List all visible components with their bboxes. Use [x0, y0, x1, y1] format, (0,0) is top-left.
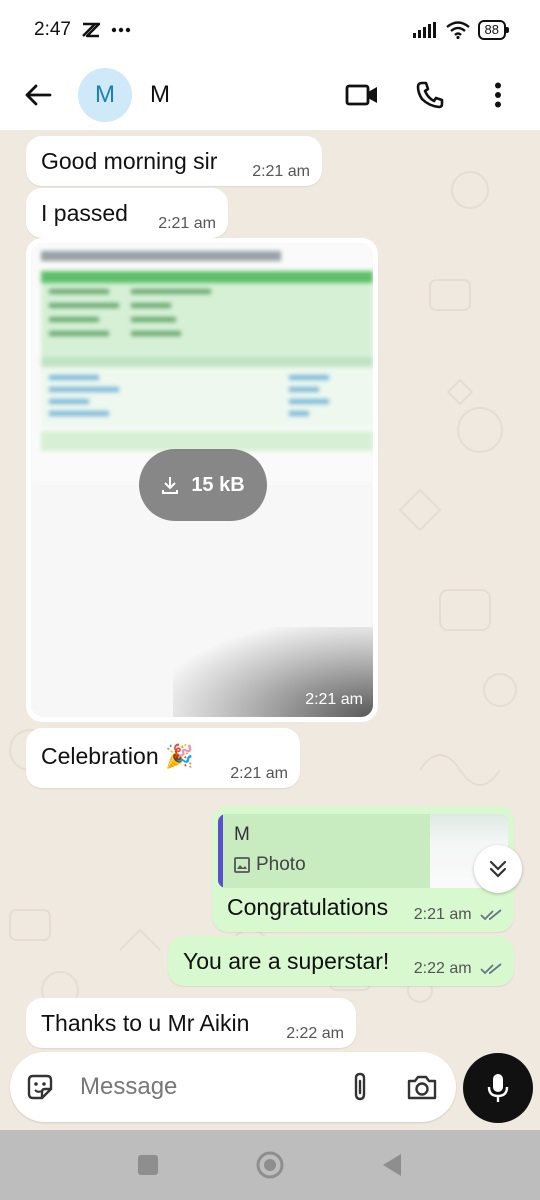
quoted-message[interactable]: M Photo — [218, 814, 508, 888]
more-vert-icon — [495, 82, 501, 108]
scroll-to-bottom-button[interactable] — [474, 845, 522, 893]
arrow-left-icon — [25, 84, 52, 106]
message-image[interactable]: 15 kB 2:21 am — [26, 238, 378, 722]
message-incoming[interactable]: Celebration 🎉 2:21 am — [26, 728, 300, 788]
system-nav-bar — [0, 1130, 540, 1200]
sticker-button[interactable] — [16, 1063, 64, 1111]
message-incoming[interactable]: I passed 2:21 am — [26, 188, 228, 238]
quoted-type-label: Photo — [256, 854, 306, 875]
wifi-icon — [445, 21, 470, 39]
message-time-text: 2:22 am — [413, 960, 472, 977]
double-check-icon — [480, 963, 502, 975]
message-text: Thanks to u Mr Aikin — [41, 1010, 250, 1036]
signal-icon — [412, 22, 436, 38]
status-time: 2:47 — [34, 19, 71, 40]
voice-call-button[interactable] — [406, 71, 454, 119]
voice-message-button[interactable] — [463, 1053, 533, 1123]
message-text: You are a superstar! — [183, 948, 390, 974]
header-actions — [338, 71, 522, 119]
contact-name[interactable]: M — [150, 81, 170, 109]
camera-icon — [407, 1075, 437, 1100]
capcut-notification-icon — [82, 22, 101, 38]
message-time: 2:21 am — [305, 691, 363, 708]
message-text: I passed — [41, 200, 128, 226]
double-chevron-down-icon — [489, 860, 507, 878]
attach-button[interactable] — [336, 1063, 384, 1111]
message-text: Celebration 🎉 — [41, 743, 194, 769]
document-thumbnail — [31, 243, 373, 483]
mic-icon — [487, 1074, 509, 1102]
status-left: 2:47 — [34, 19, 131, 41]
camera-button[interactable] — [398, 1063, 446, 1111]
message-input[interactable] — [80, 1073, 320, 1101]
quote-accent-bar — [218, 814, 223, 888]
message-text: Good morning sir — [41, 148, 218, 174]
download-icon — [162, 477, 179, 494]
message-time: 2:21 am — [158, 215, 216, 232]
chat-area[interactable]: Good morning sir 2:21 am I passed 2:21 a… — [0, 130, 540, 1130]
quoted-sender: M — [234, 824, 250, 845]
message-time: 2:22 am — [414, 960, 502, 978]
message-incoming[interactable]: Thanks to u Mr Aikin 2:22 am — [26, 998, 356, 1048]
image-preview[interactable]: 15 kB 2:21 am — [31, 243, 373, 717]
message-outgoing[interactable]: M Photo Congratulations 2:21 am — [212, 806, 514, 932]
photo-icon — [234, 857, 250, 873]
message-text: Congratulations — [227, 894, 389, 920]
message-composer — [10, 1052, 456, 1122]
paperclip-icon — [354, 1072, 366, 1101]
download-button[interactable]: 15 kB — [139, 449, 267, 521]
back-nav-button[interactable] — [381, 1152, 403, 1178]
double-check-icon — [480, 909, 502, 921]
recents-button[interactable] — [137, 1154, 159, 1176]
more-options-button[interactable] — [474, 71, 522, 119]
quoted-type: Photo — [234, 854, 306, 876]
status-right: 88 — [412, 20, 510, 40]
phone-icon — [416, 81, 444, 109]
message-time: 2:21 am — [230, 765, 288, 782]
message-outgoing[interactable]: You are a superstar! 2:22 am — [168, 936, 514, 986]
home-button[interactable] — [255, 1150, 285, 1180]
status-bar: 2:47 88 — [0, 0, 540, 60]
video-call-button[interactable] — [338, 71, 386, 119]
message-time: 2:21 am — [252, 163, 310, 180]
more-notifications-icon — [111, 27, 131, 33]
chat-header: M M — [0, 60, 540, 130]
message-time-text: 2:21 am — [413, 906, 472, 923]
back-button[interactable] — [10, 67, 66, 123]
battery-indicator: 88 — [477, 20, 510, 40]
video-call-icon — [345, 84, 377, 106]
contact-avatar[interactable]: M — [78, 68, 132, 122]
sticker-icon — [27, 1074, 53, 1100]
message-time: 2:22 am — [286, 1025, 344, 1042]
message-time: 2:21 am — [414, 906, 502, 924]
message-incoming[interactable]: Good morning sir 2:21 am — [26, 136, 322, 186]
download-size: 15 kB — [191, 473, 245, 496]
